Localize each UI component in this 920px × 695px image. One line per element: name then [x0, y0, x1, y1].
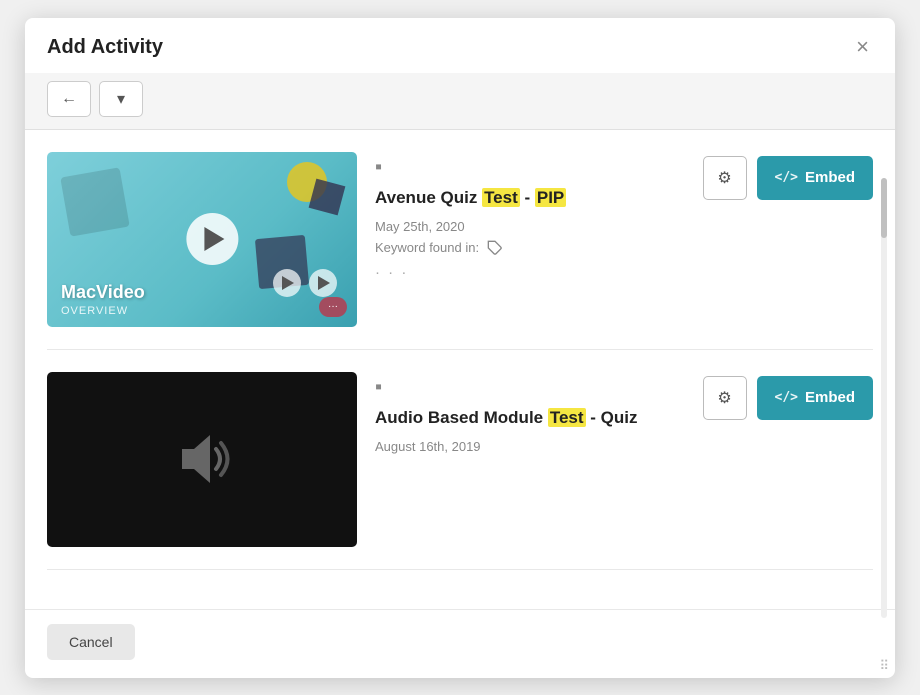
resize-handle: ⠿ — [879, 659, 889, 672]
item-actions: ⚙ </> Embed — [703, 152, 874, 200]
item-info-2: ▪ Audio Based Module Test - Quiz August … — [375, 372, 685, 454]
item-actions-2: ⚙ </> Embed — [703, 372, 874, 420]
scrollbar-track — [881, 178, 887, 618]
keyword-label: Keyword found in: — [375, 240, 685, 257]
highlight-test: Test — [482, 188, 520, 207]
keyword-tag-icon — [487, 240, 503, 257]
dots-badge: ··· — [319, 297, 347, 317]
speaker-icon — [172, 429, 232, 489]
item-date: May 25th, 2020 — [375, 219, 685, 234]
ellipsis: · · · — [375, 264, 685, 281]
settings-button-1[interactable]: ⚙ — [703, 156, 747, 200]
thumbnail-subtext: OVERVIEW — [61, 305, 128, 317]
chevron-down-icon: ▾ — [117, 89, 125, 109]
item-date-2: August 16th, 2019 — [375, 439, 685, 454]
close-button[interactable]: × — [852, 36, 873, 58]
back-icon: ← — [61, 90, 77, 108]
highlight-test-2: Test — [548, 408, 586, 427]
gear-icon: ⚙ — [717, 168, 731, 188]
gear-icon-2: ⚙ — [717, 388, 731, 408]
scrollbar[interactable] — [881, 178, 887, 618]
modal-title: Add Activity — [47, 36, 163, 59]
embed-label: Embed — [805, 169, 855, 186]
add-activity-modal: Add Activity × ← ▾ — [25, 18, 895, 678]
item-thumbnail: MacVideo OVERVIEW ··· — [47, 152, 357, 327]
toolbar: ← ▾ — [25, 73, 895, 130]
item-type-icon: ▪ — [375, 156, 685, 179]
embed-button-2[interactable]: </> Embed — [757, 376, 874, 420]
dropdown-button[interactable]: ▾ — [99, 81, 143, 117]
embed-button-1[interactable]: </> Embed — [757, 156, 874, 200]
scrollbar-thumb — [881, 178, 887, 238]
video-thumbnail: MacVideo OVERVIEW ··· — [47, 152, 357, 327]
audio-thumbnail — [47, 372, 357, 547]
cancel-button[interactable]: Cancel — [47, 624, 135, 660]
items-list: MacVideo OVERVIEW ··· ▪ Avenue Quiz Test… — [25, 130, 895, 609]
item-type-icon-2: ▪ — [375, 376, 685, 399]
embed-label-2: Embed — [805, 389, 855, 406]
list-item: ▪ Audio Based Module Test - Quiz August … — [47, 350, 873, 570]
item-info: ▪ Avenue Quiz Test - PIP May 25th, 2020 … — [375, 152, 685, 282]
modal-header: Add Activity × — [25, 18, 895, 73]
settings-button-2[interactable]: ⚙ — [703, 376, 747, 420]
thumbnail-text: MacVideo — [61, 282, 145, 303]
item-title-2: Audio Based Module Test - Quiz — [375, 407, 685, 429]
modal-footer: Cancel — [25, 609, 895, 678]
list-item: MacVideo OVERVIEW ··· ▪ Avenue Quiz Test… — [47, 130, 873, 350]
back-button[interactable]: ← — [47, 81, 91, 117]
highlight-pip: PIP — [535, 188, 566, 207]
thumbnail-overlay: MacVideo OVERVIEW — [47, 152, 357, 327]
item-thumbnail-2 — [47, 372, 357, 547]
embed-code-icon: </> — [775, 170, 798, 185]
item-title: Avenue Quiz Test - PIP — [375, 187, 685, 209]
embed-code-icon-2: </> — [775, 390, 798, 405]
